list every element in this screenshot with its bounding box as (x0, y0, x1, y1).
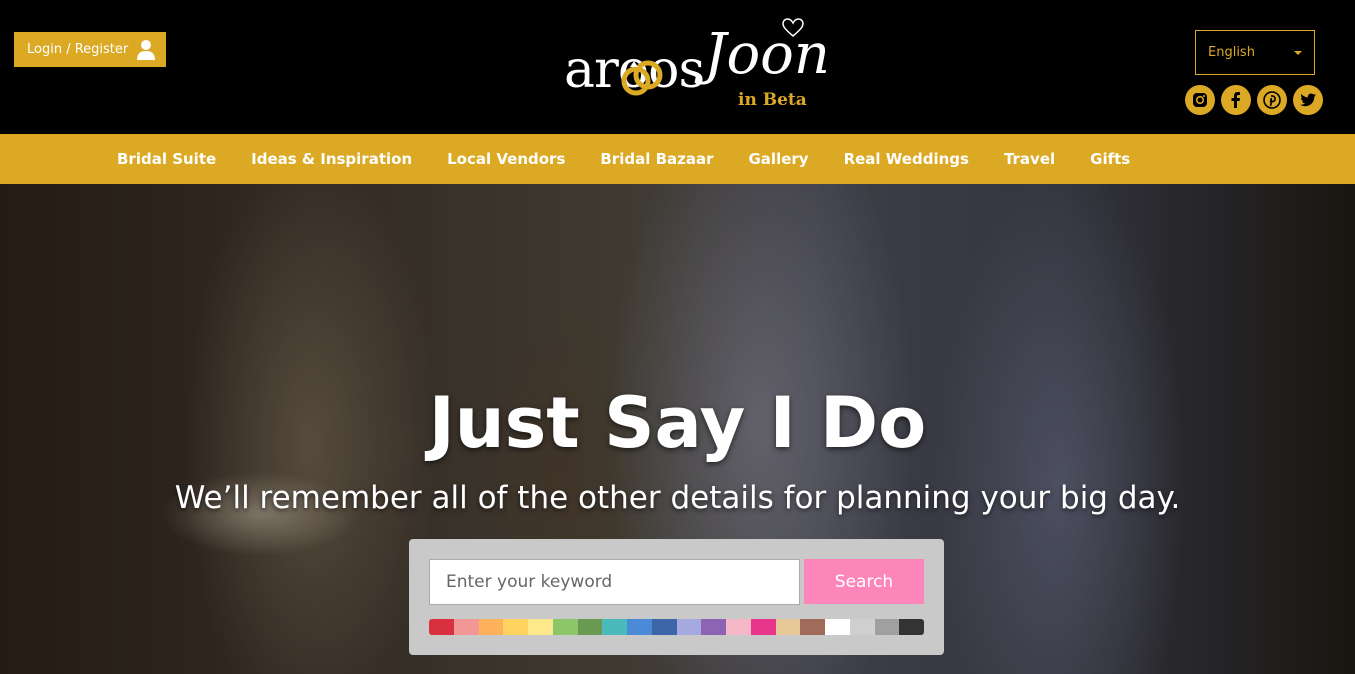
main-nav: Bridal Suite Ideas & Inspiration Local V… (0, 134, 1355, 184)
user-icon (136, 39, 156, 61)
color-swatch-11[interactable] (701, 619, 726, 635)
facebook-icon[interactable] (1221, 85, 1251, 115)
color-swatch-2[interactable] (478, 619, 504, 635)
search-input[interactable] (429, 559, 800, 605)
color-swatch-0[interactable] (429, 619, 454, 635)
pinterest-icon[interactable] (1257, 85, 1287, 115)
logo-beta-label: in Beta (738, 90, 807, 110)
color-swatch-17[interactable] (849, 619, 875, 635)
language-select[interactable]: English (1195, 30, 1315, 75)
color-swatch-6[interactable] (577, 619, 603, 635)
color-swatch-8[interactable] (627, 619, 652, 635)
login-register-label: Login / Register (27, 42, 129, 57)
nav-item-bridal-bazaar[interactable]: Bridal Bazaar (600, 150, 713, 168)
nav-item-bridal-suite[interactable]: Bridal Suite (117, 150, 216, 168)
social-links (1185, 85, 1323, 115)
hero-subtitle: We’ll remember all of the other details … (174, 480, 1181, 516)
twitter-icon[interactable] (1293, 85, 1323, 115)
color-swatch-10[interactable] (676, 619, 702, 635)
instagram-icon[interactable] (1185, 85, 1215, 115)
nav-item-local-vendors[interactable]: Local Vendors (447, 150, 565, 168)
color-swatch-3[interactable] (503, 619, 528, 635)
color-swatch-18[interactable] (874, 619, 900, 635)
color-swatch-1[interactable] (453, 619, 479, 635)
login-register-button[interactable]: Login / Register (14, 32, 166, 67)
heart-icon (782, 18, 804, 37)
color-swatch-12[interactable] (726, 619, 751, 635)
site-header: Login / Register aroos Joon in Beta Engl… (0, 0, 1355, 134)
color-swatches (429, 619, 924, 635)
color-swatch-5[interactable] (552, 619, 578, 635)
search-button[interactable]: Search (804, 559, 924, 604)
logo-script: Joon (704, 22, 830, 87)
hero-title: Just Say I Do (428, 382, 927, 464)
search-panel: Search (409, 539, 944, 655)
nav-item-ideas-inspiration[interactable]: Ideas & Inspiration (251, 150, 412, 168)
nav-item-travel[interactable]: Travel (1004, 150, 1055, 168)
nav-item-gallery[interactable]: Gallery (749, 150, 809, 168)
language-value: English (1208, 45, 1255, 60)
color-swatch-7[interactable] (602, 619, 627, 635)
nav-item-real-weddings[interactable]: Real Weddings (844, 150, 969, 168)
color-swatch-4[interactable] (528, 619, 553, 635)
site-logo[interactable]: aroos Joon in Beta (564, 18, 830, 126)
color-swatch-9[interactable] (651, 619, 677, 635)
color-swatch-14[interactable] (775, 619, 801, 635)
color-swatch-13[interactable] (750, 619, 776, 635)
rings-icon (621, 60, 663, 96)
hero-banner: Just Say I Do We’ll remember all of the … (0, 184, 1355, 674)
chevron-down-icon (1294, 51, 1302, 55)
color-swatch-19[interactable] (899, 619, 924, 635)
nav-item-gifts[interactable]: Gifts (1090, 150, 1130, 168)
color-swatch-16[interactable] (825, 619, 850, 635)
color-swatch-15[interactable] (800, 619, 825, 635)
